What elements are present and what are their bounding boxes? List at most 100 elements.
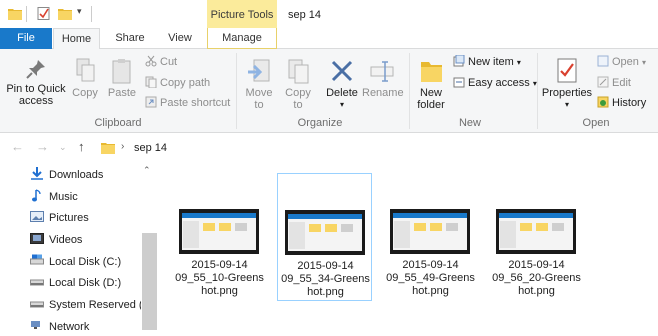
delete-label: Delete bbox=[326, 87, 358, 99]
breadcrumb-chevron-icon[interactable]: › bbox=[121, 141, 124, 152]
nav-item-local-disk-d[interactable]: Local Disk (D:) bbox=[30, 274, 121, 292]
open-icon bbox=[597, 55, 609, 67]
nav-item-pictures[interactable]: Pictures bbox=[30, 209, 89, 227]
ribbon: Pin to Quick access Copy Paste Cut Copy … bbox=[0, 49, 658, 133]
move-to-label-1: Move bbox=[245, 87, 273, 99]
clipboard-group-label: Clipboard bbox=[94, 117, 142, 129]
tab-home[interactable]: Home bbox=[53, 28, 100, 50]
nav-item-network[interactable]: Network bbox=[30, 318, 89, 336]
file-name: 2015-09-14 09_56_20-Greens hot.png bbox=[492, 259, 581, 297]
history-icon bbox=[597, 96, 609, 108]
tab-view[interactable]: View bbox=[156, 28, 204, 49]
nav-item-system-reserved[interactable]: System Reserved (F: bbox=[30, 296, 152, 314]
drive-icon bbox=[30, 279, 44, 286]
open-label: Open bbox=[612, 56, 639, 68]
nav-item-label: Local Disk (D:) bbox=[49, 277, 122, 289]
breadcrumb-current[interactable]: sep 14 bbox=[134, 142, 167, 154]
paste-shortcut-label: Paste shortcut bbox=[160, 97, 231, 109]
edit-button[interactable]: Edit bbox=[597, 76, 631, 92]
up-arrow-icon[interactable]: ↑ bbox=[78, 139, 85, 154]
file-item[interactable]: 2015-09-14 09_55_49-Greens hot.png bbox=[383, 173, 478, 301]
move-to-icon bbox=[248, 59, 270, 82]
videos-icon bbox=[30, 233, 44, 244]
address-row: ← → ⌄ ↑ › sep 14 bbox=[0, 133, 658, 163]
scroll-up-icon[interactable]: ⌃ bbox=[143, 165, 151, 176]
forward-arrow-icon[interactable]: → bbox=[36, 139, 49, 154]
file-item[interactable]: 2015-09-14 09_55_10-Greens hot.png bbox=[172, 173, 267, 301]
cut-button[interactable]: Cut bbox=[145, 55, 177, 71]
folder-icon bbox=[101, 143, 115, 154]
pin-label-2: access bbox=[18, 95, 54, 107]
delete-dropdown-icon[interactable]: ▾ bbox=[324, 99, 360, 111]
contextual-tab-group-label: Picture Tools bbox=[207, 0, 277, 28]
properties-check-icon[interactable] bbox=[37, 7, 51, 20]
copy-label: Copy bbox=[72, 87, 98, 99]
easy-access-button[interactable]: Easy access ▾ bbox=[453, 76, 537, 92]
properties-icon bbox=[557, 58, 577, 83]
paste-shortcut-button[interactable]: Paste shortcut bbox=[145, 96, 230, 112]
open-button[interactable]: Open ▾ bbox=[597, 55, 646, 71]
pictures-icon bbox=[30, 211, 44, 222]
screenshot-thumbnail bbox=[285, 210, 365, 255]
title-bar: ▾ Picture Tools sep 14 bbox=[0, 0, 658, 28]
copy-to-label-1: Copy bbox=[285, 87, 311, 99]
delete-button[interactable]: Delete ▾ bbox=[324, 57, 360, 111]
new-folder-label-2: folder bbox=[417, 99, 445, 111]
customize-qat-icon[interactable]: ▾ bbox=[77, 6, 82, 17]
group-separator bbox=[236, 53, 237, 129]
tab-share[interactable]: Share bbox=[106, 28, 154, 49]
properties-dropdown-icon[interactable]: ▾ bbox=[541, 99, 593, 111]
ribbon-tab-row: File Home Share View Manage bbox=[0, 28, 658, 50]
new-item-label: New item bbox=[468, 56, 514, 68]
tab-manage[interactable]: Manage bbox=[207, 28, 277, 49]
folder-icon[interactable] bbox=[8, 7, 22, 20]
pin-to-quick-access-button[interactable]: Pin to Quick access bbox=[4, 57, 68, 107]
nav-scrollbar-thumb[interactable] bbox=[142, 233, 157, 330]
history-button[interactable]: History bbox=[597, 96, 646, 112]
nav-item-label: Videos bbox=[49, 234, 83, 246]
new-folder-label-1: New bbox=[419, 87, 442, 99]
move-to-label-2: to bbox=[254, 99, 264, 111]
new-folder-icon[interactable] bbox=[58, 7, 72, 20]
nav-item-videos[interactable]: Videos bbox=[30, 231, 82, 249]
nav-item-label: Music bbox=[49, 191, 78, 203]
properties-button[interactable]: Properties ▾ bbox=[541, 57, 593, 111]
file-item[interactable]: 2015-09-14 09_56_20-Greens hot.png bbox=[489, 173, 584, 301]
back-arrow-icon[interactable]: ← bbox=[11, 139, 24, 154]
scissors-icon bbox=[145, 55, 157, 67]
rename-button[interactable]: Rename bbox=[362, 57, 404, 99]
navigation-pane: Downloads Music Pictures Videos Local Di… bbox=[0, 163, 158, 333]
copy-button[interactable]: Copy bbox=[70, 57, 100, 99]
file-item-selected[interactable]: 2015-09-14 09_55_34-Greens hot.png bbox=[277, 173, 372, 301]
group-separator bbox=[537, 53, 538, 129]
nav-item-downloads[interactable]: Downloads bbox=[30, 166, 103, 184]
organize-group-label: Organize bbox=[297, 117, 343, 129]
cut-label: Cut bbox=[160, 56, 178, 68]
new-item-button[interactable]: New item ▾ bbox=[453, 55, 521, 71]
music-note-icon bbox=[32, 189, 41, 202]
pin-icon bbox=[26, 60, 45, 79]
edit-icon bbox=[597, 76, 609, 88]
nav-item-music[interactable]: Music bbox=[30, 188, 78, 206]
recent-locations-icon[interactable]: ⌄ bbox=[59, 142, 67, 153]
copy-path-button[interactable]: Copy path bbox=[145, 76, 210, 92]
tab-file[interactable]: File bbox=[0, 28, 52, 49]
address-bar[interactable] bbox=[99, 137, 658, 159]
copy-to-button[interactable]: Copy to bbox=[280, 57, 316, 111]
easy-access-label: Easy access bbox=[468, 77, 530, 89]
screenshot-thumbnail bbox=[390, 209, 470, 254]
copy-to-icon bbox=[288, 59, 309, 84]
nav-item-local-disk-c[interactable]: Local Disk (C:) bbox=[30, 253, 121, 271]
file-name: 2015-09-14 09_55_10-Greens hot.png bbox=[175, 259, 264, 297]
copy-to-label-2: to bbox=[293, 99, 303, 111]
new-folder-button[interactable]: New folder bbox=[413, 57, 449, 111]
nav-item-label: Local Disk (C:) bbox=[49, 256, 122, 268]
copy-path-label: Copy path bbox=[160, 77, 211, 89]
paste-icon bbox=[112, 59, 131, 84]
copy-path-icon bbox=[145, 76, 157, 88]
new-group-label: New bbox=[458, 117, 481, 129]
paste-button[interactable]: Paste bbox=[106, 57, 138, 99]
paste-label: Paste bbox=[107, 87, 137, 99]
screenshot-thumbnail bbox=[496, 209, 576, 254]
move-to-button[interactable]: Move to bbox=[241, 57, 277, 111]
